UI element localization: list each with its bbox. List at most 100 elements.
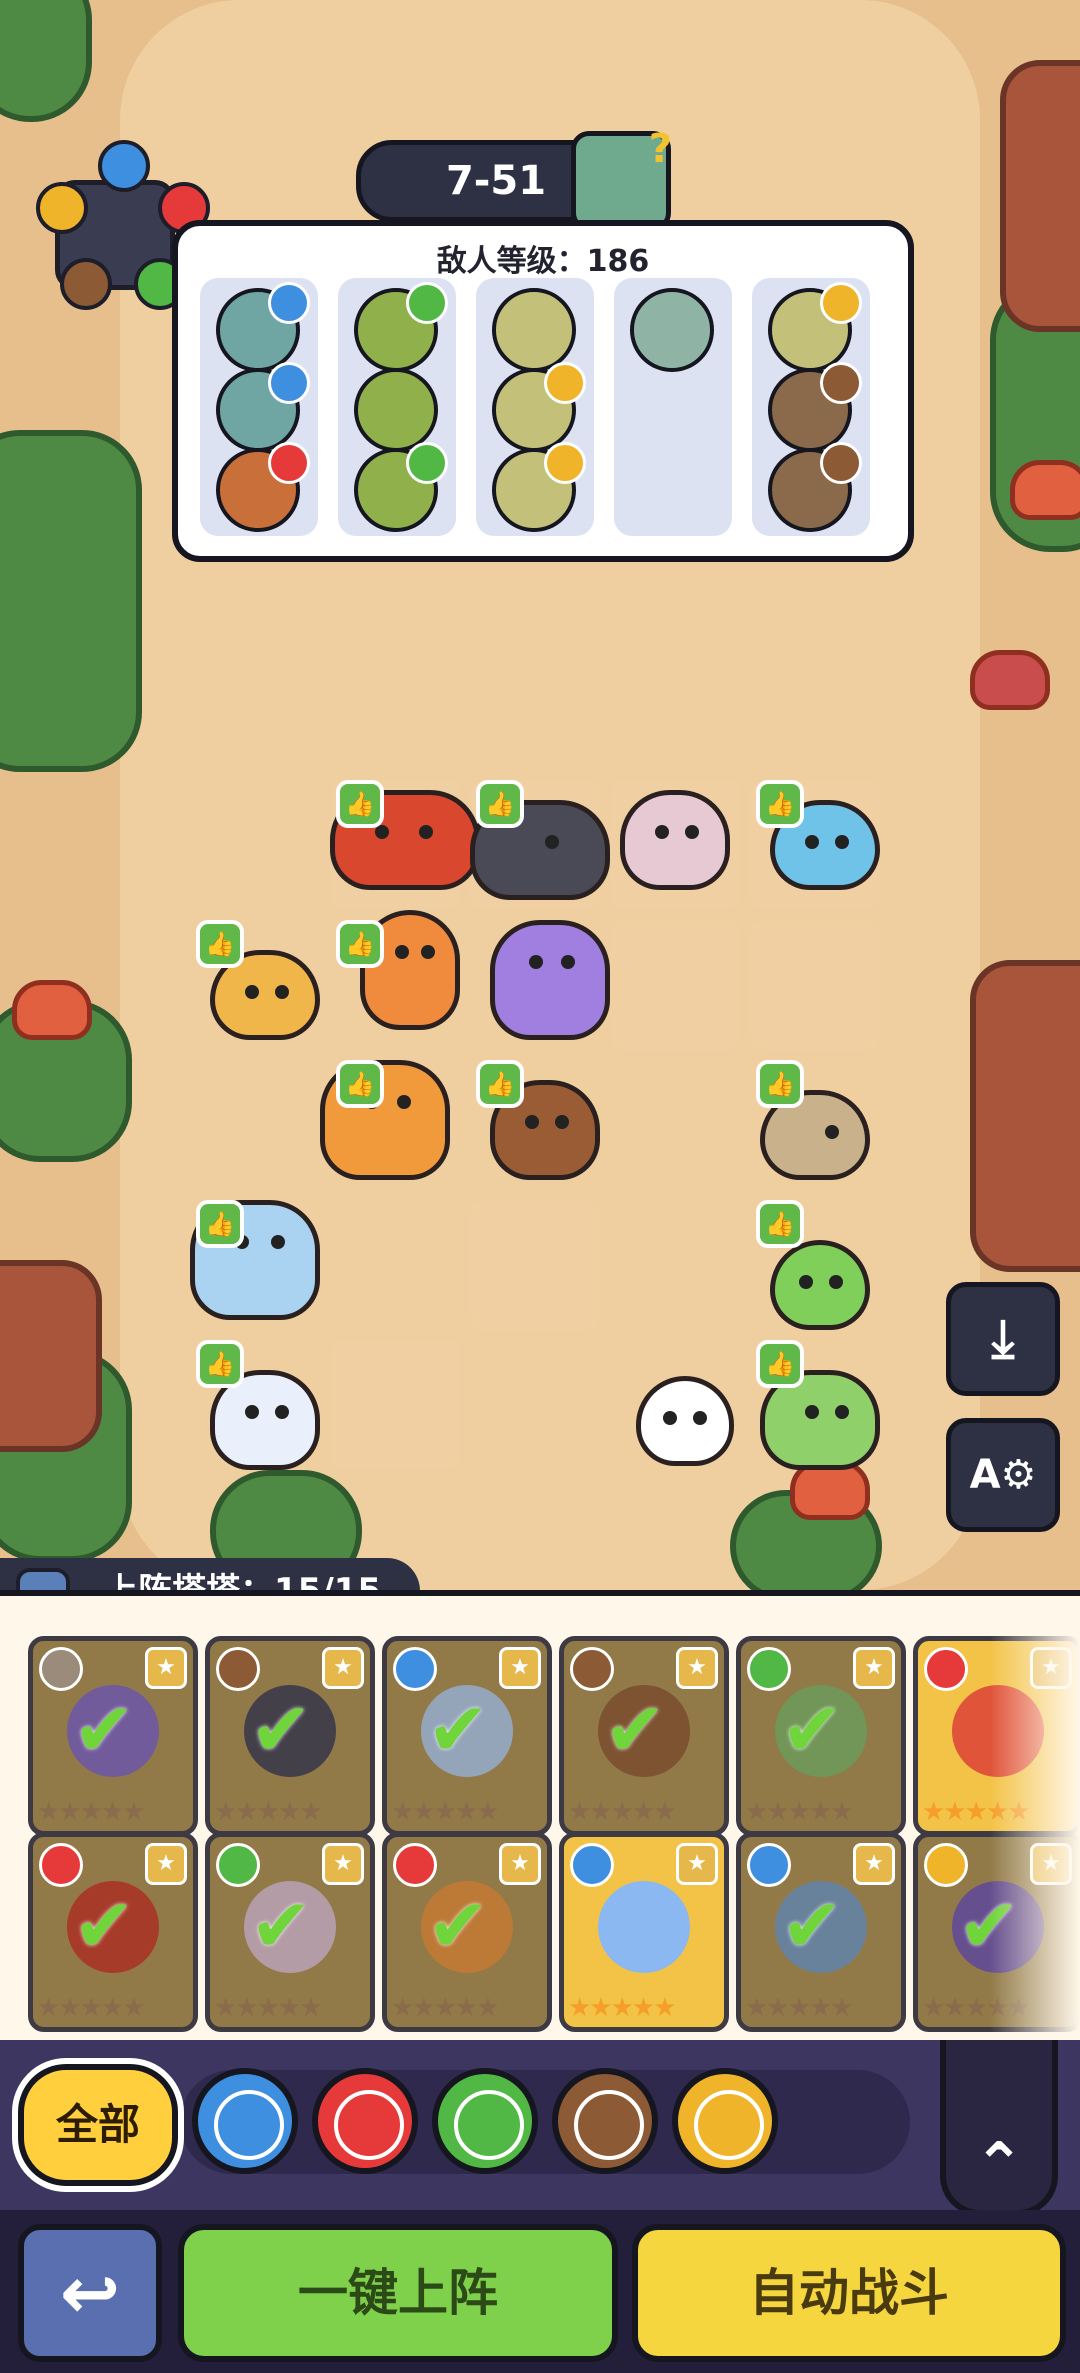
back-button[interactable]: ↩ <box>18 2224 162 2362</box>
leaf-icon <box>747 1647 791 1691</box>
like-badge: 👍 <box>196 1200 244 1248</box>
star-rating: ★★★★★ <box>37 1797 146 1827</box>
earth-icon <box>574 2090 644 2160</box>
tata-unit[interactable] <box>620 790 730 890</box>
tata-card[interactable]: ★✔ ★★★★★ <box>559 1636 729 1836</box>
flower-decoration <box>1010 460 1080 520</box>
filter-all-button[interactable]: 全部 <box>12 2058 184 2192</box>
filter-fire-button[interactable] <box>312 2068 418 2174</box>
tata-card[interactable]: ★★★★★★ <box>559 1832 729 2032</box>
game-screen: 7-51 ? 敌人等级：186 👍 👍 👍 👍 👍 👍 👍 👍 👍 👍 👍 👍 … <box>0 0 1080 2373</box>
earth-icon <box>216 1647 260 1691</box>
auto-battle-button[interactable]: 自动战斗 <box>632 2224 1066 2362</box>
favorite-star-icon[interactable]: ★ <box>145 1843 187 1885</box>
boss-preview-button[interactable]: ? <box>571 126 672 231</box>
leaf-icon <box>406 282 448 324</box>
selected-check-icon: ✔ <box>427 1687 490 1773</box>
selected-check-icon: ✔ <box>73 1883 136 1969</box>
bolt-icon <box>820 282 862 324</box>
enemy-face[interactable] <box>354 368 438 452</box>
earth-icon <box>820 362 862 404</box>
grid-tile[interactable] <box>330 1340 460 1470</box>
tata-portrait <box>598 1881 690 1973</box>
rock-decoration <box>1000 60 1080 332</box>
stage-number: 7-51 <box>445 158 547 204</box>
water-icon <box>393 1647 437 1691</box>
selected-check-icon: ✔ <box>781 1687 844 1773</box>
leaf-icon <box>216 1843 260 1887</box>
tata-card[interactable]: ★✔ ★★★★★ <box>382 1636 552 1836</box>
favorite-star-icon[interactable]: ★ <box>676 1647 718 1689</box>
one-click-deploy-button[interactable]: 一键上阵 <box>178 2224 618 2362</box>
favorite-star-icon[interactable]: ★ <box>853 1843 895 1885</box>
tata-card[interactable]: ★✔ ★★★★★ <box>736 1636 906 1836</box>
favorite-star-icon[interactable]: ★ <box>676 1843 718 1885</box>
like-badge: 👍 <box>196 1340 244 1388</box>
tata-unit[interactable] <box>770 1240 870 1330</box>
star-rating: ★★★★★ <box>37 1993 146 2023</box>
favorite-star-icon[interactable]: ★ <box>322 1843 364 1885</box>
selected-check-icon: ✔ <box>604 1687 667 1773</box>
filter-leaf-button[interactable] <box>432 2068 538 2174</box>
boss-hint-mark: ? <box>648 126 672 172</box>
bolt-icon <box>694 2090 764 2160</box>
fire-icon <box>393 1843 437 1887</box>
cactus-decoration <box>0 430 142 772</box>
star-rating: ★★★★★ <box>745 1993 854 2023</box>
favorite-star-icon[interactable]: ★ <box>853 1647 895 1689</box>
bolt-icon <box>924 1843 968 1887</box>
flower-decoration <box>12 980 92 1040</box>
rock-decoration <box>970 960 1080 1272</box>
water-icon <box>268 362 310 404</box>
download-lineup-button[interactable]: ⤓ <box>946 1282 1060 1396</box>
fire-icon <box>39 1843 83 1887</box>
like-badge: 👍 <box>336 1060 384 1108</box>
leaf-icon <box>406 442 448 484</box>
filter-water-button[interactable] <box>192 2068 298 2174</box>
favorite-star-icon[interactable]: ★ <box>499 1843 541 1885</box>
star-rating: ★★★★★ <box>391 1797 500 1827</box>
like-badge: 👍 <box>756 1060 804 1108</box>
fire-icon <box>334 2090 404 2160</box>
enemy-column <box>200 278 318 536</box>
tata-roster[interactable]: ★ ✔ ★★★★★ ★ ✔ ★★★★★ ★ ✔ ★★★★★ ★ ✔ ★★★★★ ★ ✔ ★★★★★ ★★★★★… <box>0 1590 1080 2046</box>
tata-card[interactable]: ★✔ ★★★★★ <box>28 1636 198 1836</box>
stage-badge: 7-51 ? <box>356 126 672 231</box>
bolt-icon <box>544 362 586 404</box>
filter-earth-button[interactable] <box>552 2068 658 2174</box>
grid-tile[interactable] <box>470 1200 600 1330</box>
tata-card[interactable]: ★✔ ★★★★★ <box>736 1832 906 2032</box>
auto-arrange-settings-button[interactable]: A⚙ <box>946 1418 1060 1532</box>
enemy-column <box>476 278 594 536</box>
star-rating: ★★★★★ <box>568 1797 677 1827</box>
like-badge: 👍 <box>476 780 524 828</box>
like-badge: 👍 <box>756 1340 804 1388</box>
enemy-face[interactable] <box>492 288 576 372</box>
tata-unit[interactable] <box>490 920 610 1040</box>
earth-icon <box>820 442 862 484</box>
tata-card[interactable]: ★✔ ★★★★★ <box>28 1832 198 2032</box>
favorite-star-icon[interactable]: ★ <box>499 1647 541 1689</box>
like-badge: 👍 <box>196 920 244 968</box>
collapse-roster-button[interactable]: ⌃ <box>940 2040 1058 2216</box>
water-icon <box>214 2090 284 2160</box>
selected-check-icon: ✔ <box>73 1687 136 1773</box>
tata-unit[interactable] <box>636 1376 734 1466</box>
tata-card[interactable]: ★✔ ★★★★★ <box>382 1832 552 2032</box>
grid-tile[interactable] <box>750 920 880 1050</box>
enemy-face[interactable] <box>630 288 714 372</box>
none-icon <box>39 1647 83 1691</box>
water-icon <box>98 140 150 192</box>
enemy-panel: 敌人等级：186 <box>172 220 914 562</box>
water-icon <box>570 1843 614 1887</box>
favorite-star-icon[interactable]: ★ <box>322 1647 364 1689</box>
tata-card[interactable]: ★✔ ★★★★★ <box>205 1636 375 1836</box>
filter-bolt-button[interactable] <box>672 2068 778 2174</box>
favorite-star-icon[interactable]: ★ <box>145 1647 187 1689</box>
grid-tile[interactable] <box>610 920 740 1050</box>
enemy-column <box>614 278 732 536</box>
element-filter-bar: 全部 ⌃ <box>0 2040 1080 2216</box>
bolt-icon <box>544 442 586 484</box>
star-rating: ★★★★★ <box>568 1993 677 2023</box>
tata-card[interactable]: ★✔ ★★★★★ <box>205 1832 375 2032</box>
